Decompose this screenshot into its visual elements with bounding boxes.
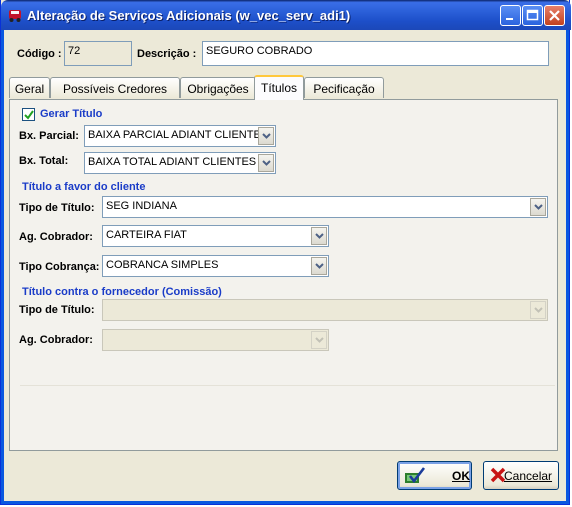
forn-tipo-titulo-select [102, 299, 548, 321]
window-title: Alteração de Serviços Adicionais (w_vec_… [27, 8, 351, 23]
tipo-cobranca-label: Tipo Cobrança: [19, 261, 100, 273]
tab-strip: Geral Possíveis Credores Obrigações Títu… [9, 75, 569, 100]
bx-parcial-select[interactable]: BAIXA PARCIAL ADIANT CLIENTES [84, 125, 276, 147]
chevron-down-icon [315, 263, 324, 269]
car-icon [9, 10, 21, 22]
chevron-down-icon [315, 233, 324, 239]
ag-cobrador-value: CARTEIRA FIAT [106, 229, 187, 241]
tipo-titulo-label: Tipo de Título: [19, 202, 95, 214]
gerar-titulo-checkbox[interactable] [22, 108, 35, 121]
close-button[interactable] [544, 5, 565, 26]
bx-total-dropdown-button[interactable] [258, 154, 274, 172]
ag-cobrador-label: Ag. Cobrador: [19, 231, 93, 243]
minimize-icon [506, 18, 513, 20]
maximize-button[interactable] [522, 5, 543, 26]
tab-pecificacao[interactable]: Pecificação [304, 77, 384, 98]
descricao-value: SEGURO COBRADO [206, 45, 313, 57]
codigo-field: 72 [64, 41, 132, 66]
chevron-down-icon [262, 160, 271, 166]
confirm-icon [405, 467, 426, 484]
gerar-titulo-label[interactable]: Gerar Título [40, 108, 102, 120]
cancel-button[interactable]: Cancelar [483, 461, 559, 490]
tipo-titulo-select[interactable]: SEG INDIANA [102, 196, 548, 218]
chevron-down-icon [315, 337, 324, 343]
ok-button[interactable]: OK [397, 461, 472, 490]
divider [20, 385, 555, 386]
bx-total-label: Bx. Total: [19, 155, 69, 167]
dialog-window: Alteração de Serviços Adicionais (w_vec_… [0, 0, 571, 505]
tipo-cobranca-value: COBRANCA SIMPLES [106, 259, 219, 271]
ag-cobrador-dropdown-button[interactable] [311, 227, 327, 245]
tipo-cobranca-dropdown-button[interactable] [311, 257, 327, 275]
bx-total-select[interactable]: BAIXA TOTAL ADIANT CLIENTES [84, 152, 276, 174]
bx-parcial-label: Bx. Parcial: [19, 130, 79, 142]
cancel-label: Cancelar [504, 469, 553, 483]
bx-total-value: BAIXA TOTAL ADIANT CLIENTES [88, 156, 257, 168]
checkmark-icon [24, 110, 34, 120]
title-bar[interactable]: Alteração de Serviços Adicionais (w_vec_… [1, 0, 571, 30]
codigo-label: Código : [17, 48, 62, 60]
cliente-section-title: Título a favor do cliente [22, 181, 146, 193]
forn-ag-cobrador-select [102, 329, 329, 351]
chevron-down-icon [534, 204, 543, 210]
ag-cobrador-select[interactable]: CARTEIRA FIAT [102, 225, 329, 247]
titulos-panel: Gerar Título Bx. Parcial: BAIXA PARCIAL … [9, 99, 558, 451]
descricao-label: Descrição : [137, 48, 197, 60]
bx-parcial-dropdown-button[interactable] [258, 127, 274, 145]
tab-obrigacoes[interactable]: Obrigações [180, 77, 256, 98]
maximize-icon [526, 9, 539, 21]
forn-ag-cobrador-dropdown-button [311, 331, 327, 349]
bx-parcial-value: BAIXA PARCIAL ADIANT CLIENTES [88, 129, 269, 141]
descricao-field[interactable]: SEGURO COBRADO [202, 41, 549, 66]
tab-geral[interactable]: Geral [9, 77, 50, 98]
ok-label: OK [452, 469, 470, 483]
tab-titulos[interactable]: Títulos [254, 75, 304, 100]
minimize-button[interactable] [500, 5, 521, 26]
tipo-titulo-dropdown-button[interactable] [530, 198, 546, 216]
chevron-down-icon [534, 307, 543, 313]
fornecedor-section-title: Título contra o fornecedor (Comissão) [22, 286, 222, 298]
forn-tipo-titulo-dropdown-button [530, 301, 546, 319]
forn-tipo-titulo-label: Tipo de Título: [19, 304, 95, 316]
tipo-cobranca-select[interactable]: COBRANCA SIMPLES [102, 255, 329, 277]
forn-ag-cobrador-label: Ag. Cobrador: [19, 334, 93, 346]
tipo-titulo-value: SEG INDIANA [106, 200, 177, 212]
tab-possiveis-credores[interactable]: Possíveis Credores [50, 77, 180, 98]
close-icon [549, 10, 560, 21]
codigo-value: 72 [68, 45, 81, 57]
chevron-down-icon [262, 133, 271, 139]
